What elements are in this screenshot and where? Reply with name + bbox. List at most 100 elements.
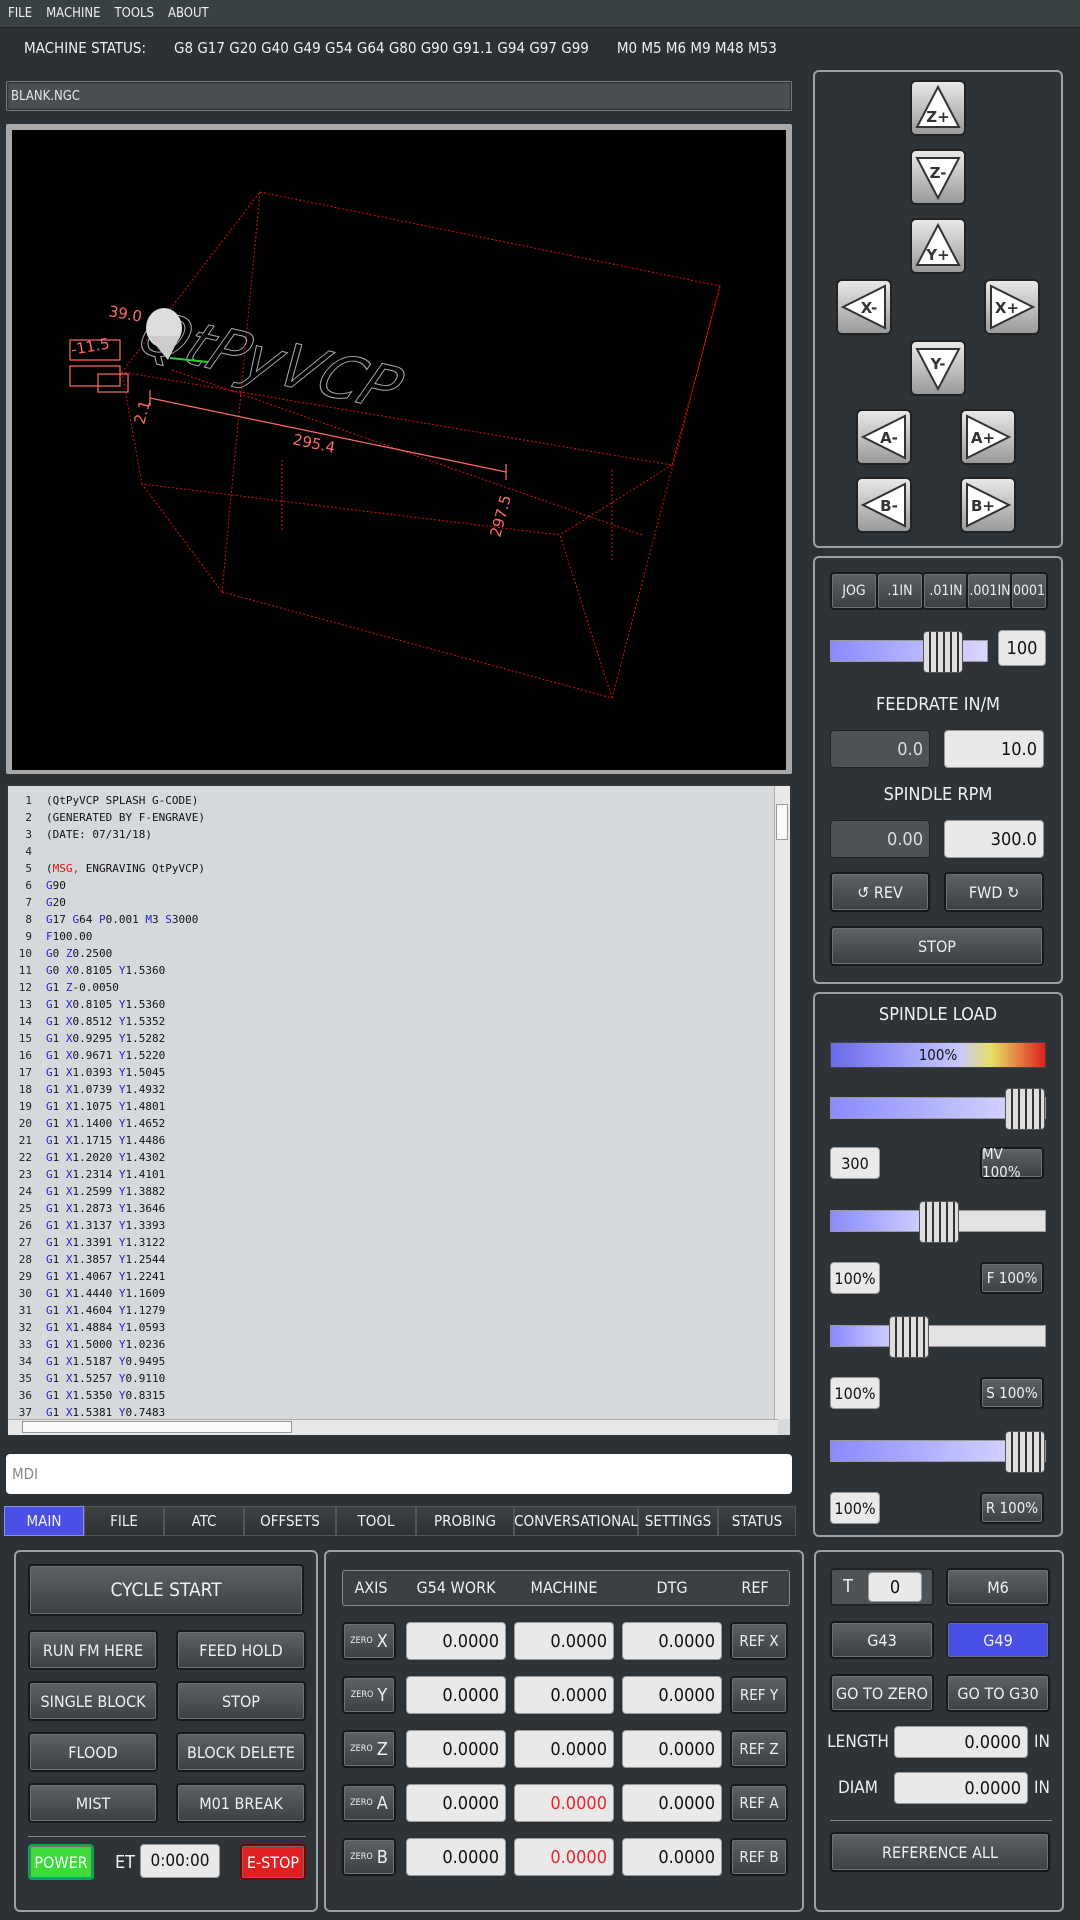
tab-offsets[interactable]: OFFSETS — [244, 1506, 336, 1536]
tab-file[interactable]: FILE — [84, 1506, 164, 1536]
increment-0-0001-button[interactable]: 0001 — [1010, 572, 1048, 610]
line-text: G1 X1.3857 Y1.2544 — [46, 1253, 166, 1266]
menu-machine[interactable]: MACHINE — [46, 6, 100, 21]
tab-tool[interactable]: TOOL — [336, 1506, 416, 1536]
menu-tools[interactable]: TOOLS — [115, 6, 155, 21]
cycle-start-button[interactable]: CYCLE START — [28, 1564, 304, 1616]
jog-b-minus-button[interactable]: B- — [856, 477, 912, 533]
tool-number-input[interactable]: 0 — [868, 1572, 922, 1602]
power-button[interactable]: POWER — [28, 1844, 94, 1880]
jog-z-plus-button[interactable]: Z+ — [910, 80, 966, 136]
dro-work-value: 0.0000 — [406, 1730, 506, 1768]
jog-y-minus-button[interactable]: Y- — [910, 340, 966, 396]
reference-all-button[interactable]: REFERENCE ALL — [830, 1832, 1050, 1872]
axis-letter: A — [376, 1792, 388, 1814]
code-line: 25 G1 X1.2873 Y1.3646 — [8, 1200, 790, 1217]
feedrate-set[interactable]: 10.0 — [944, 730, 1044, 768]
increment-0-01-button[interactable]: .01IN — [922, 572, 970, 610]
m6-button[interactable]: M6 — [946, 1568, 1050, 1606]
run-from-here-button[interactable]: RUN FM HERE — [28, 1630, 158, 1670]
program-stop-button[interactable]: STOP — [176, 1681, 306, 1721]
ref-a-button[interactable]: REF A — [730, 1784, 788, 1822]
ref-b-button[interactable]: REF B — [730, 1838, 788, 1876]
spindle-rpm-set[interactable]: 300.0 — [944, 820, 1044, 858]
zero-a-button[interactable]: ZERO A — [342, 1784, 396, 1822]
zero-label: ZERO — [350, 1852, 373, 1862]
line-text: G1 X1.2314 Y1.4101 — [46, 1168, 166, 1181]
mist-button[interactable]: MIST — [28, 1783, 158, 1823]
feed-override-slider[interactable] — [830, 1201, 1046, 1243]
code-line: 35 G1 X1.5257 Y0.9110 — [8, 1370, 790, 1387]
jog-a-plus-button[interactable]: A+ — [960, 409, 1016, 465]
jog-b-plus-button[interactable]: B+ — [960, 477, 1016, 533]
jog-continuous-button[interactable]: JOG — [830, 572, 878, 610]
jog-speed-slider[interactable] — [830, 631, 988, 673]
rapid-override-slider[interactable] — [830, 1431, 1046, 1473]
single-block-button[interactable]: SINGLE BLOCK — [28, 1681, 158, 1721]
flood-button[interactable]: FLOOD — [28, 1732, 158, 1772]
feed-hold-button[interactable]: FEED HOLD — [176, 1630, 306, 1670]
max-velocity-slider[interactable] — [830, 1088, 1046, 1130]
estop-button[interactable]: E-STOP — [240, 1844, 306, 1880]
gcode-editor[interactable]: 1 (QtPyVCP SPLASH G-CODE) 2 (GENERATED BY F… — [6, 784, 792, 1437]
ref-x-button[interactable]: REF X — [730, 1622, 788, 1660]
jog-z-minus-button[interactable]: Z- — [910, 149, 966, 205]
vertical-scrollbar[interactable] — [774, 786, 790, 1419]
increment-0-1-button[interactable]: .1IN — [876, 572, 924, 610]
jog-x-plus-button[interactable]: X+ — [984, 279, 1040, 335]
spindle-forward-button[interactable]: FWD ↻ — [944, 872, 1044, 912]
tab-settings[interactable]: SETTINGS — [638, 1506, 718, 1536]
spindle-stop-button[interactable]: STOP — [830, 926, 1044, 966]
ref-z-button[interactable]: REF Z — [730, 1730, 788, 1768]
go-to-zero-button[interactable]: GO TO ZERO — [830, 1674, 934, 1712]
line-number: 29 — [18, 1270, 32, 1283]
jog-y-plus-button[interactable]: Y+ — [910, 218, 966, 274]
jog-x-minus-button[interactable]: X- — [836, 279, 892, 335]
rapid-override-reset-button[interactable]: R 100% — [980, 1492, 1044, 1524]
tab-status[interactable]: STATUS — [718, 1506, 796, 1536]
line-text: G1 X1.1075 Y1.4801 — [46, 1100, 166, 1113]
zero-label: ZERO — [350, 1744, 373, 1754]
gcode-3d-preview[interactable]: 39.0 -11.5 295.4 297.5 2.1 QtPyVCP — [12, 130, 786, 770]
increment-0-001-button[interactable]: .001IN — [966, 572, 1014, 610]
zero-label: ZERO — [350, 1690, 374, 1700]
g43-button[interactable]: G43 — [830, 1621, 934, 1659]
feed-override-reset-button[interactable]: F 100% — [980, 1262, 1044, 1294]
horizontal-scrollbar[interactable] — [8, 1419, 778, 1435]
line-number: 35 — [18, 1372, 32, 1385]
block-delete-button[interactable]: BLOCK DELETE — [176, 1732, 306, 1772]
zero-z-button[interactable]: ZERO Z — [342, 1730, 396, 1768]
tab-atc[interactable]: ATC — [164, 1506, 244, 1536]
svg-text:A+: A+ — [971, 429, 995, 447]
svg-text:Y+: Y+ — [925, 246, 949, 264]
ref-y-button[interactable]: REF Y — [730, 1676, 788, 1714]
zero-b-button[interactable]: ZERO B — [342, 1838, 396, 1876]
menu-about[interactable]: ABOUT — [168, 6, 209, 21]
spindle-load-bar: 100% — [830, 1042, 1046, 1068]
go-to-g30-button[interactable]: GO TO G30 — [946, 1674, 1050, 1712]
tab-conversational[interactable]: CONVERSATIONAL — [514, 1506, 638, 1536]
spindle-reverse-button[interactable]: ↺ REV — [830, 872, 930, 912]
tab-main[interactable]: MAIN — [4, 1506, 84, 1536]
line-number: 5 — [25, 862, 32, 875]
zero-x-button[interactable]: ZERO X — [342, 1622, 396, 1660]
tab-probing[interactable]: PROBING — [416, 1506, 514, 1536]
menu-file[interactable]: FILE — [8, 6, 32, 21]
divider — [830, 1820, 1052, 1821]
spindle-override-reset-button[interactable]: S 100% — [980, 1377, 1044, 1409]
zero-label: ZERO — [350, 1798, 373, 1808]
spindle-override-slider[interactable] — [830, 1316, 1046, 1358]
arrow-right-icon: B+ — [966, 482, 1011, 528]
max-velocity-reset-button[interactable]: MV 100% — [980, 1145, 1044, 1181]
line-number: 22 — [18, 1151, 32, 1164]
line-text: G1 X1.3391 Y1.3122 — [46, 1236, 166, 1249]
mdi-input[interactable]: MDI — [6, 1454, 792, 1494]
elapsed-time-label: ET — [114, 1852, 136, 1873]
axis-letter: Z — [376, 1738, 388, 1760]
line-number: 1 — [25, 794, 32, 807]
zero-y-button[interactable]: ZERO Y — [342, 1676, 396, 1714]
code-line: 29 G1 X1.4067 Y1.2241 — [8, 1268, 790, 1285]
m01-break-button[interactable]: M01 BREAK — [176, 1783, 306, 1823]
g49-button[interactable]: G49 — [946, 1621, 1050, 1659]
jog-a-minus-button[interactable]: A- — [856, 409, 912, 465]
